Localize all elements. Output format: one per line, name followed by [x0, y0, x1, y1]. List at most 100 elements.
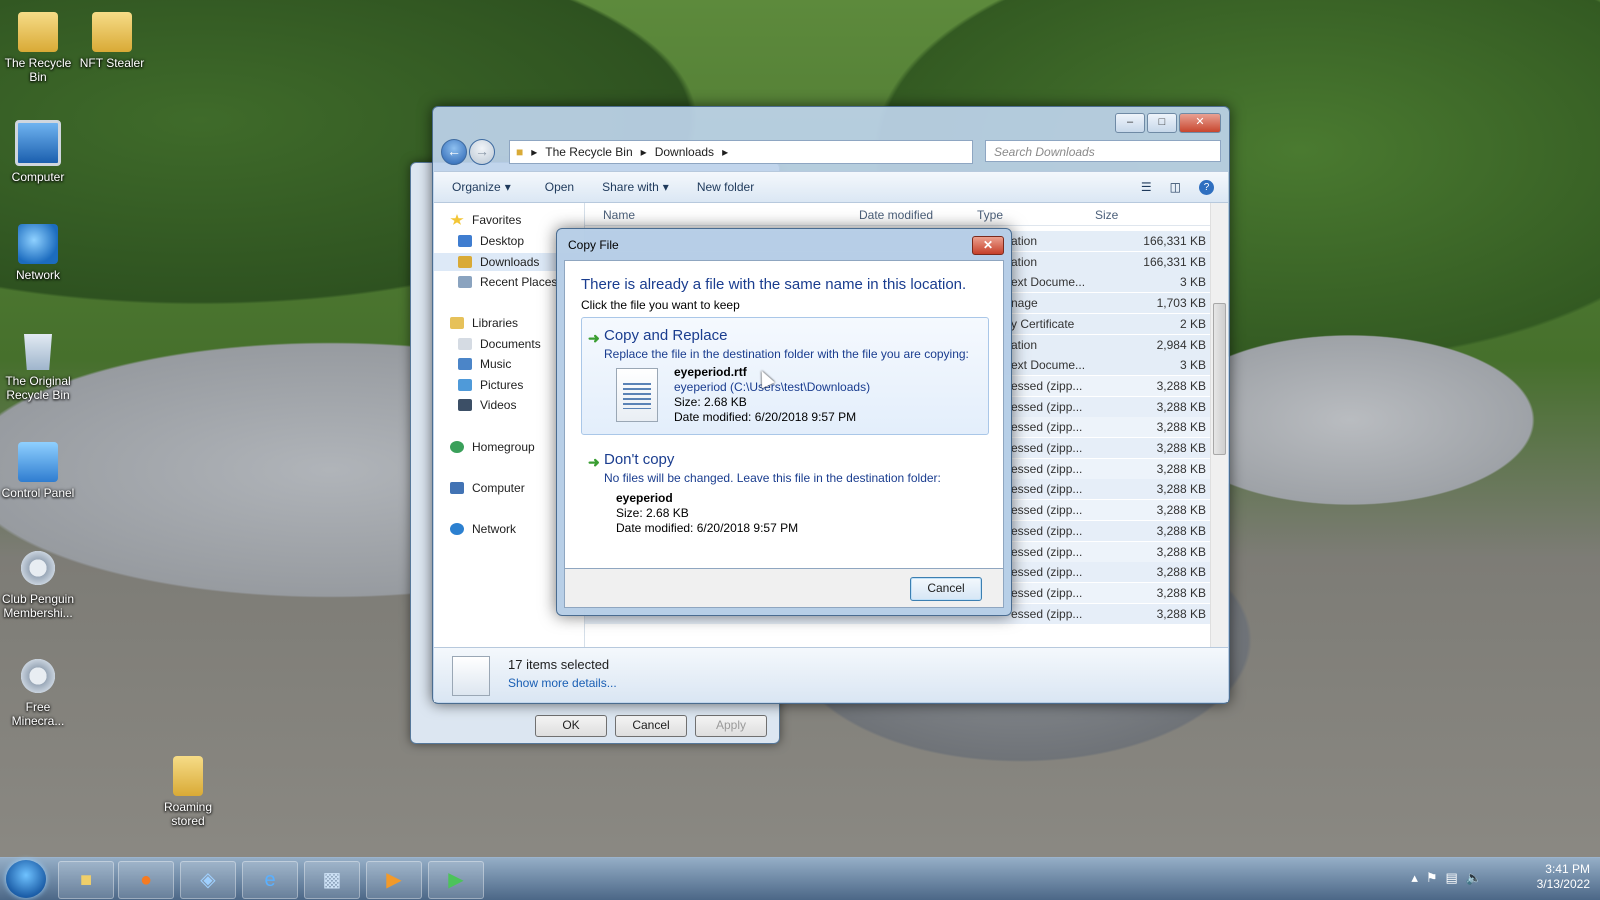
new-folder-button[interactable]: New folder — [697, 180, 754, 194]
breadcrumb-downloads[interactable]: Downloads — [655, 145, 714, 159]
desktop-icon-original-recycle-bin[interactable]: The Original Recycle Bin — [0, 330, 78, 402]
desktop-icon-free-minecraft[interactable]: Free Minecra... — [0, 656, 78, 728]
nav-videos[interactable]: Videos — [458, 398, 516, 412]
option-title: Don't copy — [604, 451, 675, 468]
nav-favorites[interactable]: Favorites — [450, 213, 521, 227]
taskbar-media-center[interactable]: ▶ — [428, 861, 484, 899]
desktop-icon-computer[interactable]: Computer — [0, 120, 78, 184]
taskbar-remote-app[interactable]: ▩ — [304, 861, 360, 899]
selected-count: 17 items selected — [508, 657, 610, 672]
vertical-scrollbar[interactable] — [1210, 203, 1228, 647]
file-type: ext Docume... — [1011, 275, 1086, 290]
file-type: ation — [1011, 234, 1038, 248]
rtf-file-icon — [616, 368, 658, 422]
nav-libraries[interactable]: Libraries — [450, 316, 518, 330]
file-size: 3,288 KB — [1156, 544, 1206, 559]
file-name: eyeperiod.rtf — [674, 365, 747, 379]
copy-file-dialog: Copy File ✕ There is already a file with… — [556, 228, 1012, 616]
maximize-button[interactable]: □ — [1147, 113, 1177, 133]
desktop-icon-label: The Original Recycle Bin — [5, 374, 71, 402]
network-tray-icon[interactable]: ▤ — [1446, 870, 1466, 885]
open-button[interactable]: Open — [545, 180, 574, 194]
file-type: essed (zipp... — [1011, 585, 1083, 600]
preview-pane-icon[interactable]: ◫ — [1170, 180, 1181, 194]
desktop-icon-network[interactable]: Network — [0, 224, 78, 282]
nav-desktop[interactable]: Desktop — [458, 234, 524, 248]
selection-files-icon — [452, 656, 490, 696]
nav-documents[interactable]: Documents — [458, 337, 541, 351]
apply-button[interactable]: Apply — [695, 715, 767, 737]
action-center-flag-icon[interactable]: ⚑ — [1426, 870, 1446, 885]
column-name[interactable]: Name — [603, 208, 635, 222]
nav-homegroup[interactable]: Homegroup — [450, 440, 535, 454]
scrollbar-thumb[interactable] — [1213, 303, 1226, 455]
desktop-icon-club-penguin[interactable]: Club Penguin Membershi... — [0, 548, 78, 620]
file-type: y Certificate — [1011, 316, 1075, 331]
column-headers: Name Date modified Type Size — [585, 203, 1210, 226]
file-type: essed (zipp... — [1011, 606, 1083, 621]
internet-explorer-icon: e — [264, 869, 276, 891]
nav-pictures[interactable]: Pictures — [458, 378, 523, 392]
search-input[interactable]: Search Downloads — [985, 140, 1221, 162]
minimize-button[interactable]: – — [1115, 113, 1145, 133]
file-type: essed (zipp... — [1011, 482, 1083, 497]
recent-places-icon — [458, 276, 472, 288]
recycle-bin-icon — [24, 334, 52, 370]
file-size: 3,288 KB — [1156, 420, 1206, 435]
desktop-icon-label: Free Minecra... — [11, 700, 65, 728]
forward-button[interactable]: → — [469, 139, 495, 165]
taskbar-explorer[interactable]: ■ — [58, 861, 114, 899]
cancel-button[interactable]: Cancel — [910, 577, 982, 601]
conflict-heading: There is already a file with the same na… — [581, 276, 967, 293]
nav-label: Music — [480, 357, 512, 371]
file-type: essed (zipp... — [1011, 420, 1083, 435]
file-size: 166,331 KB — [1143, 234, 1206, 248]
desktop-icon-roaming-stored[interactable]: Roaming stored — [148, 756, 228, 828]
nav-recent-places[interactable]: Recent Places — [458, 275, 557, 289]
nav-music[interactable]: Music — [458, 357, 511, 371]
back-button[interactable]: ← — [441, 139, 467, 165]
desktop-icon — [458, 235, 472, 247]
toolbar: Organize ▾ Open Share with ▾ New folder … — [434, 171, 1228, 203]
column-type[interactable]: Type — [977, 208, 1003, 222]
show-hidden-icons[interactable]: ▴ — [1411, 870, 1426, 885]
help-icon[interactable]: ? — [1199, 179, 1214, 195]
control-panel-icon — [18, 442, 58, 482]
address-bar[interactable]: ■ ▸ The Recycle Bin ▸ Downloads ▸ — [509, 140, 973, 164]
file-type: essed (zipp... — [1011, 523, 1083, 538]
taskbar-media-player[interactable]: ▶ — [366, 861, 422, 899]
file-size: 3,288 KB — [1156, 482, 1206, 497]
nav-computer[interactable]: Computer — [450, 481, 525, 495]
system-tray-icons[interactable]: ▴⚑▤🔈 — [1411, 870, 1490, 886]
organize-button[interactable]: Organize — [452, 180, 501, 194]
start-button[interactable] — [6, 860, 46, 898]
view-options-icon[interactable]: ☰ — [1141, 180, 1152, 194]
volume-icon[interactable]: 🔈 — [1466, 870, 1490, 885]
desktop-icon-nft-stealer[interactable]: NFT Stealer — [72, 12, 152, 70]
breadcrumb-the-recycle-bin[interactable]: The Recycle Bin — [545, 145, 632, 159]
desktop-icon-control-panel[interactable]: Control Panel — [0, 442, 78, 500]
close-button[interactable]: ✕ — [1179, 113, 1221, 133]
copy-and-replace-option[interactable]: ➜ Copy and Replace Replace the file in t… — [581, 317, 989, 435]
nav-label: Network — [472, 522, 517, 536]
taskbar-paint[interactable]: ◈ — [180, 861, 236, 899]
nav-label: Homegroup — [472, 440, 535, 454]
ok-button[interactable]: OK — [535, 715, 607, 737]
share-with-button[interactable]: Share with — [602, 180, 659, 194]
nav-network[interactable]: Network — [450, 522, 516, 536]
taskbar-internet-explorer[interactable]: e — [242, 861, 298, 899]
dialog-content: There is already a file with the same na… — [564, 260, 1004, 569]
show-more-details-link[interactable]: Show more details... — [508, 676, 617, 690]
desktop-icon-recycle-bin[interactable]: The Recycle Bin — [0, 12, 78, 84]
file-type: essed (zipp... — [1011, 441, 1083, 455]
clock[interactable]: 3:41 PM 3/13/2022 — [1537, 862, 1590, 892]
column-date-modified[interactable]: Date modified — [859, 208, 933, 222]
monitor-icon: ▩ — [322, 869, 342, 891]
taskbar-firefox[interactable]: ● — [118, 861, 174, 899]
file-type: essed (zipp... — [1011, 565, 1083, 580]
dont-copy-option[interactable]: ➜ Don't copy No files will be changed. L… — [581, 441, 989, 543]
close-button[interactable]: ✕ — [972, 236, 1004, 255]
column-size[interactable]: Size — [1095, 208, 1118, 222]
shortcut-icon — [92, 12, 132, 52]
cancel-button[interactable]: Cancel — [615, 715, 687, 737]
